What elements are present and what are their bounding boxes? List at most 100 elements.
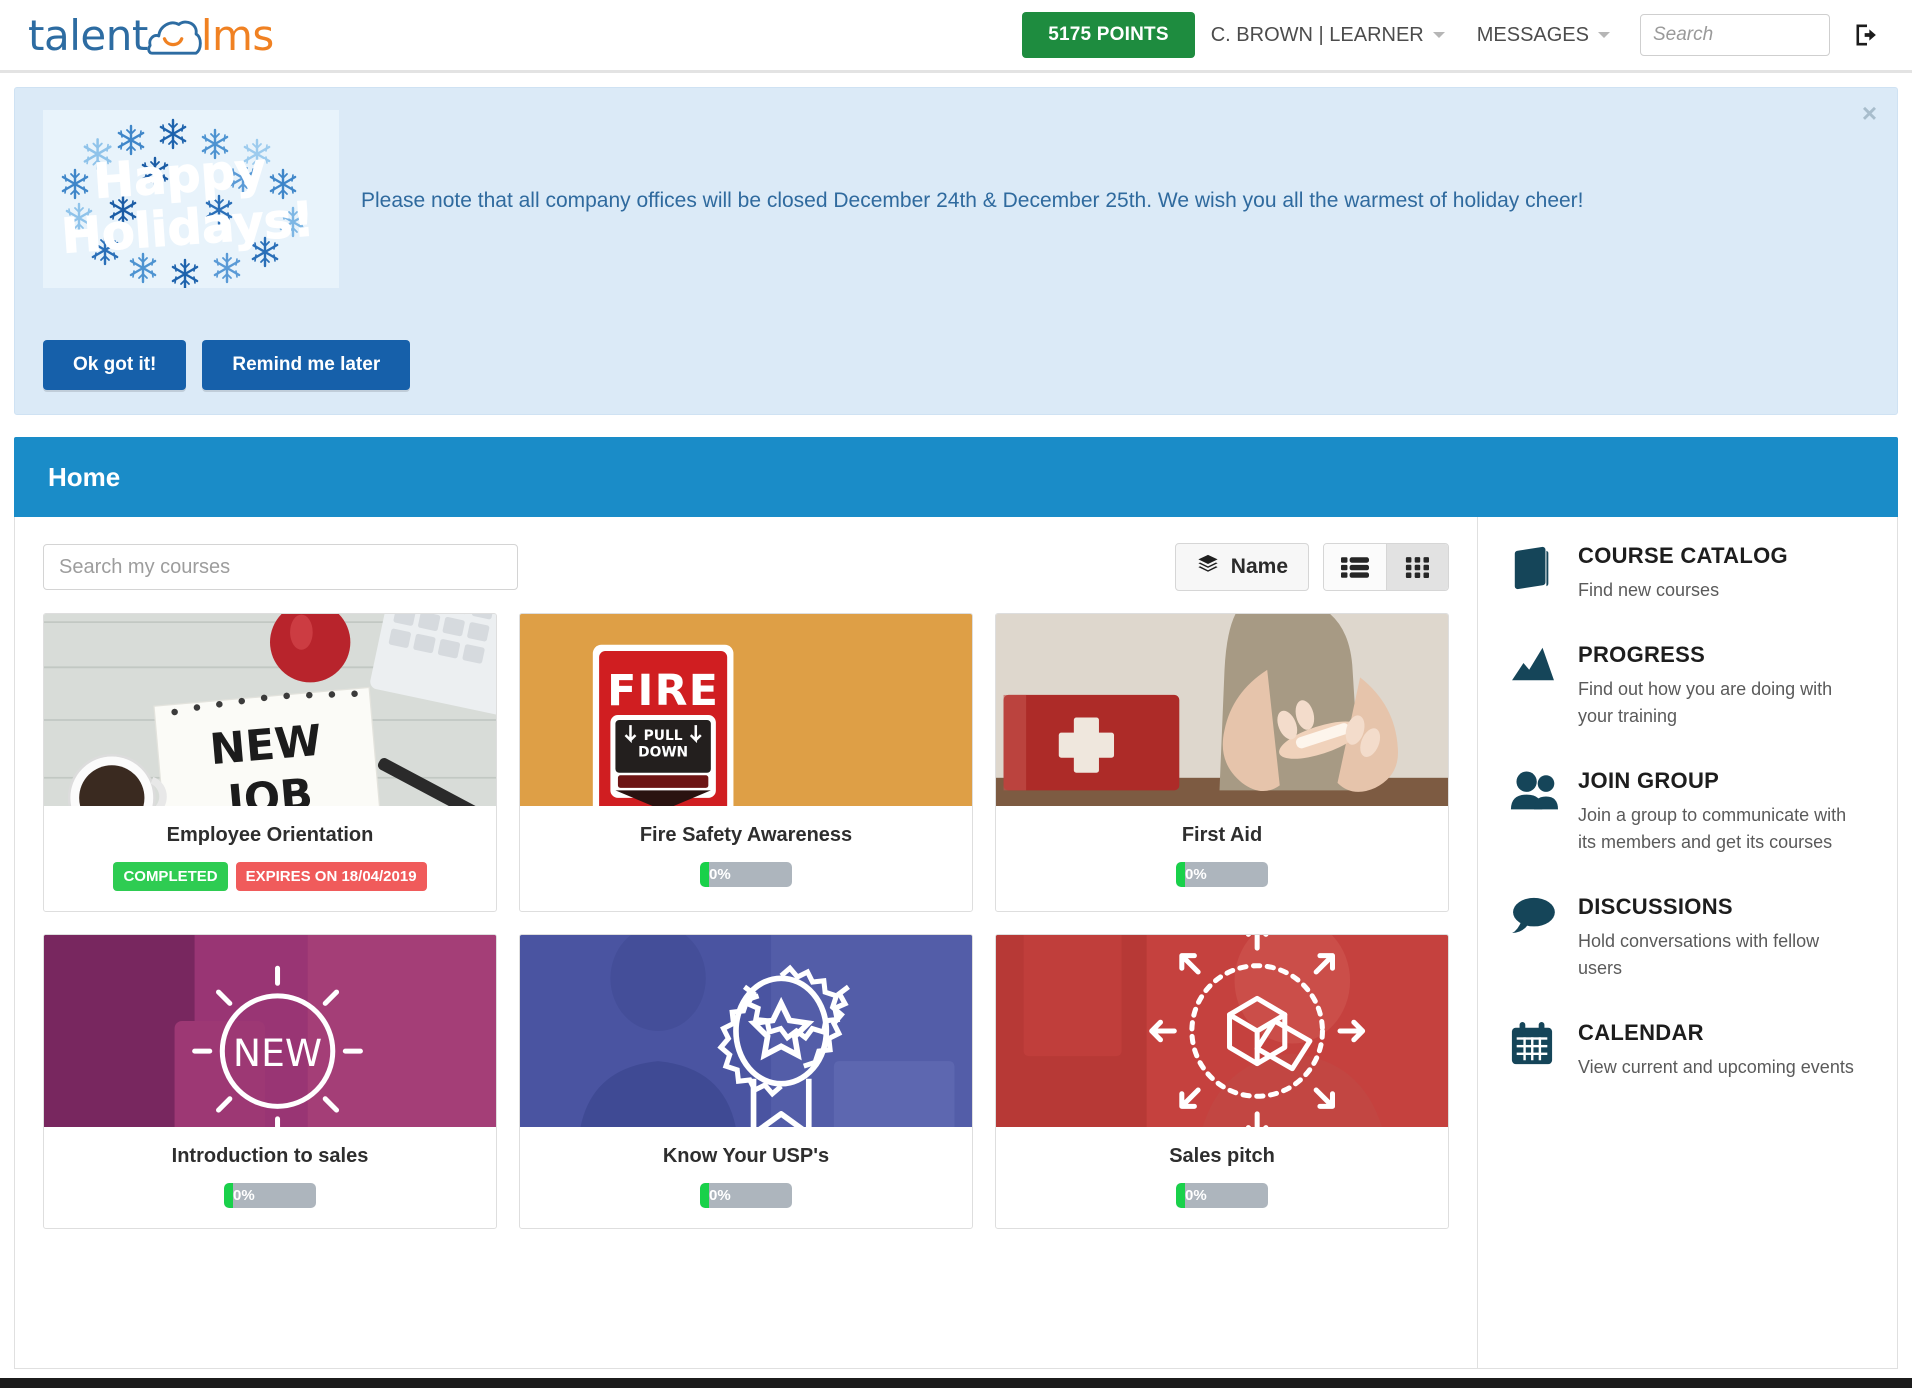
calendar-icon	[1510, 1020, 1558, 1081]
sidebar-item-desc: Find out how you are doing with your tra…	[1578, 679, 1833, 726]
announcement-region: × Happy Holidays! Please note that all c…	[0, 73, 1912, 415]
course-meta: Introduction to sales 0%	[44, 1127, 496, 1228]
progress-bar: 0%	[1176, 1183, 1268, 1208]
chevron-down-icon	[1432, 32, 1445, 38]
messages-menu[interactable]: MESSAGES	[1461, 24, 1626, 47]
speech-bubble-icon	[1510, 894, 1558, 982]
svg-text:NEW: NEW	[208, 716, 324, 776]
progress-label: 0%	[709, 1187, 731, 1204]
logo-text-lms: lms	[200, 10, 274, 60]
user-menu-label: C. BROWN | LEARNER	[1210, 23, 1424, 46]
course-card[interactable]: Know Your USP's 0%	[519, 934, 973, 1229]
course-meta: Know Your USP's 0%	[520, 1127, 972, 1228]
red-box-arrows-overlay	[996, 935, 1448, 1127]
global-search-input[interactable]	[1640, 14, 1830, 56]
list-view-icon[interactable]	[1324, 544, 1386, 590]
course-card[interactable]: NEW JOB Employee Orientation COMPLETED E…	[43, 613, 497, 912]
logout-icon[interactable]	[1852, 20, 1882, 50]
close-icon[interactable]: ×	[1862, 100, 1877, 126]
sidebar-item-title: JOIN GROUP	[1578, 768, 1720, 793]
progress-bar: 0%	[224, 1183, 316, 1208]
grid-view-icon[interactable]	[1386, 544, 1448, 590]
page-title: Home	[48, 461, 121, 492]
main-panel: Name	[14, 517, 1898, 1369]
happy-holidays-image: Happy Holidays!	[43, 110, 339, 288]
blue-award-ribbon-overlay	[520, 935, 972, 1127]
course-card[interactable]: FIRE PULL DOWN Fire Safety Awareness 0%	[519, 613, 973, 912]
sidebar-item-discussions[interactable]: DISCUSSIONS Hold conversations with fell…	[1510, 894, 1867, 982]
first-aid-kit-photo	[996, 614, 1448, 806]
my-courses-column: Name	[15, 517, 1477, 1368]
status-badge: EXPIRES ON 18/04/2019	[235, 862, 427, 891]
progress-label: 0%	[1185, 866, 1207, 883]
chevron-down-icon	[1598, 32, 1610, 38]
course-meta: Employee Orientation COMPLETED EXPIRES O…	[44, 806, 496, 911]
course-card[interactable]: First Aid 0%	[995, 613, 1449, 912]
course-title: Know Your USP's	[662, 1145, 830, 1167]
course-card[interactable]: NEW Introduction to sales 0%	[43, 934, 497, 1229]
announcement-banner: × Happy Holidays! Please note that all c…	[14, 87, 1898, 415]
course-title: First Aid	[1181, 824, 1263, 846]
announcement-actions: Ok got it! Remind me later	[43, 340, 1869, 390]
sidebar-item-desc: Hold conversations with fellow users	[1578, 931, 1820, 978]
status-badge: COMPLETED	[113, 862, 228, 891]
announcement-text: Please note that all company offices wil…	[361, 188, 1584, 212]
fire-alarm-pull-station-photo: FIRE PULL DOWN	[520, 614, 972, 806]
purple-new-sunburst-overlay: NEW	[44, 935, 496, 1127]
svg-text:PULL: PULL	[644, 728, 683, 744]
window-bottom-edge	[0, 1378, 1912, 1388]
main-region: Name	[0, 517, 1912, 1369]
announcement-body: Happy Holidays! Please note that all com…	[43, 110, 1869, 288]
toolbar-controls: Name	[1174, 543, 1449, 591]
progress-label: 0%	[233, 1187, 255, 1204]
sidebar-item-join-group[interactable]: JOIN GROUP Join a group to communicate w…	[1510, 768, 1867, 856]
sort-by-name-button[interactable]: Name	[1174, 543, 1309, 591]
ok-got-it-button[interactable]: Ok got it!	[43, 340, 187, 390]
search-input[interactable]	[43, 544, 518, 590]
svg-text:FIRE: FIRE	[607, 666, 719, 716]
sidebar-item-desc: Join a group to communicate with its mem…	[1578, 805, 1847, 852]
remind-me-later-button[interactable]: Remind me later	[202, 340, 411, 390]
layers-icon	[1196, 553, 1220, 581]
sidebar-item-title: CALENDAR	[1578, 1020, 1704, 1045]
course-title: Fire Safety Awareness	[639, 824, 853, 846]
messages-menu-label: MESSAGES	[1476, 23, 1589, 46]
progress-label: 0%	[709, 866, 731, 883]
page-title-bar: Home	[14, 437, 1898, 517]
progress-bar: 0%	[700, 862, 792, 887]
app-logo[interactable]: talent lms	[28, 10, 274, 60]
header-actions: 5175 POINTS C. BROWN | LEARNER MESSAGES	[1022, 12, 1890, 58]
svg-text:JOB: JOB	[223, 769, 315, 806]
people-icon	[1510, 768, 1558, 856]
sort-by-name-label: Name	[1230, 555, 1288, 578]
progress-bar: 0%	[1176, 862, 1268, 887]
cloud-smile-icon	[146, 13, 204, 57]
sidebar-item-course-catalog[interactable]: COURSE CATALOG Find new courses	[1510, 543, 1867, 604]
svg-text:DOWN: DOWN	[638, 744, 688, 760]
course-title: Employee Orientation	[166, 824, 374, 846]
sidebar-item-desc: Find new courses	[1578, 580, 1720, 600]
sidebar-item-calendar[interactable]: CALENDAR View current and upcoming event…	[1510, 1020, 1867, 1081]
course-card[interactable]: Sales pitch 0%	[995, 934, 1449, 1229]
sidebar-item-progress[interactable]: PROGRESS Find out how you are doing with…	[1510, 642, 1867, 730]
progress-label: 0%	[1185, 1187, 1207, 1204]
sidebar-item-title: COURSE CATALOG	[1578, 543, 1788, 568]
course-meta: Sales pitch 0%	[996, 1127, 1448, 1228]
chart-icon	[1510, 642, 1558, 730]
sidebar-item-title: DISCUSSIONS	[1578, 894, 1733, 919]
course-meta: Fire Safety Awareness 0%	[520, 806, 972, 907]
course-badges: COMPLETED EXPIRES ON 18/04/2019	[54, 862, 486, 891]
course-title: Introduction to sales	[171, 1145, 369, 1167]
course-grid: NEW JOB Employee Orientation COMPLETED E…	[43, 613, 1449, 1229]
book-icon	[1510, 543, 1558, 604]
user-menu[interactable]: C. BROWN | LEARNER	[1195, 24, 1461, 47]
courses-toolbar: Name	[43, 543, 1449, 591]
right-sidebar: COURSE CATALOG Find new courses PROGRESS…	[1477, 517, 1897, 1368]
course-title: Sales pitch	[1169, 1145, 1275, 1167]
sidebar-item-desc: View current and upcoming events	[1578, 1057, 1854, 1077]
sidebar-item-title: PROGRESS	[1578, 642, 1706, 667]
page-title-region: Home	[0, 415, 1912, 517]
points-badge[interactable]: 5175 POINTS	[1022, 12, 1195, 58]
course-meta: First Aid 0%	[996, 806, 1448, 907]
svg-text:NEW: NEW	[233, 1031, 322, 1075]
